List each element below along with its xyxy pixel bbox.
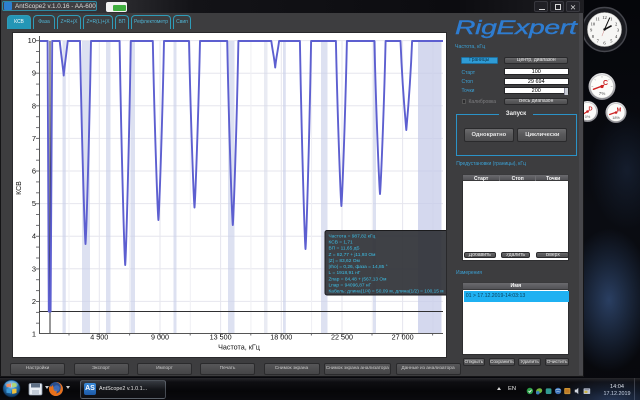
- svg-text:Z = 82,77 + j11,93 Ом: Z = 82,77 + j11,93 Ом: [329, 252, 376, 258]
- svg-text:4: 4: [32, 232, 36, 241]
- svg-text:M: M: [617, 108, 622, 114]
- svg-text:Zпар = 84,48 + j567,13 Ом: Zпар = 84,48 + j567,13 Ом: [329, 276, 387, 282]
- svg-text:0%: 0%: [585, 115, 591, 119]
- svg-text:2: 2: [32, 297, 36, 306]
- svg-text:КСВ: КСВ: [16, 181, 23, 195]
- svg-text:3: 3: [32, 264, 36, 273]
- svg-text:4 500: 4 500: [90, 333, 108, 342]
- svg-text:5: 5: [32, 199, 36, 208]
- svg-text:27 000: 27 000: [392, 333, 414, 342]
- svg-text:7: 7: [32, 134, 36, 143]
- svg-text:6: 6: [32, 167, 36, 176]
- svg-text:8: 8: [32, 101, 36, 110]
- svg-text:10: 10: [28, 36, 36, 45]
- svg-text:9: 9: [32, 69, 36, 78]
- svg-text:Частота, кГц: Частота, кГц: [218, 343, 260, 352]
- svg-text:|Z| = 83,62 Ом: |Z| = 83,62 Ом: [329, 258, 360, 264]
- svg-text:Lпар = 94096,87 нГ: Lпар = 94096,87 нГ: [329, 283, 372, 289]
- svg-text:7%: 7%: [599, 91, 606, 96]
- svg-text:18 000: 18 000: [270, 333, 292, 342]
- svg-text:1: 1: [32, 330, 36, 339]
- svg-text:Кабель: длина(1/4) = 50,09 м,: Кабель: длина(1/4) = 50,09 м, длина(1/2)…: [329, 289, 444, 295]
- svg-text:L = 1918,91 нГ: L = 1918,91 нГ: [329, 270, 361, 276]
- svg-text:18%: 18%: [612, 116, 620, 120]
- svg-text:22 500: 22 500: [331, 333, 353, 342]
- svg-text:ВП = 11,65 дБ: ВП = 11,65 дБ: [329, 246, 360, 252]
- svg-text:13 500: 13 500: [210, 333, 232, 342]
- svg-text:КСВ = 1,71: КСВ = 1,71: [329, 239, 354, 245]
- svg-text:|rho| = 0,26, фаза = 14,85 °: |rho| = 0,26, фаза = 14,85 °: [329, 264, 388, 270]
- svg-text:9 000: 9 000: [151, 333, 169, 342]
- svg-text:Частота = 987,82 кГц: Частота = 987,82 кГц: [329, 233, 376, 239]
- svg-text:D: D: [588, 107, 592, 113]
